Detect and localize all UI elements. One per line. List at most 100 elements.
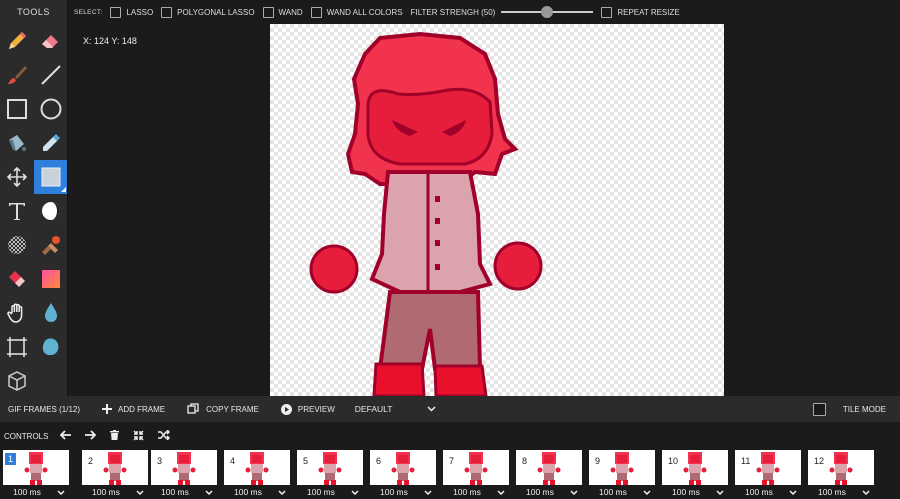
wand-option[interactable]: WAND [262,6,303,18]
lighten-tool[interactable] [34,194,67,228]
frame-thumbnail[interactable]: 5 [297,450,363,485]
gif-frames-title: GIF FRAMES (1/12) [8,404,81,414]
frame-duration: 100 ms [818,487,846,497]
frame-item[interactable]: 4 100 ms [224,450,290,499]
move-tool[interactable] [0,160,34,194]
frame-duration-dropdown[interactable]: 100 ms [735,485,801,499]
frame-item[interactable]: 2 100 ms [82,450,148,499]
brush-tool[interactable] [0,58,34,92]
filter-strength-label: FILTER STRENGH (50) [410,7,496,17]
collapse-button[interactable] [133,429,144,443]
tile-mode-option[interactable]: TILE MODE [812,402,886,416]
frame-duration: 100 ms [161,487,189,497]
blur-tool[interactable] [34,296,67,330]
frame-item[interactable]: 9 100 ms [589,450,655,499]
dither-tool[interactable] [0,228,34,262]
frame-item[interactable]: 3 100 ms [151,450,217,499]
fill-tool[interactable] [0,126,34,160]
frame-duration-dropdown[interactable]: 100 ms [589,485,655,499]
frame-item[interactable]: 5 100 ms [297,450,363,499]
wand-all-colors-checkbox[interactable] [310,6,322,18]
frame-thumbnail[interactable]: 3 [151,450,217,485]
line-tool[interactable] [34,58,67,92]
frame-item[interactable]: 1 100 ms [3,450,69,499]
polygonal-lasso-option[interactable]: POLYGONAL LASSO [161,6,255,18]
hand-tool[interactable] [0,296,34,330]
copy-frame-button[interactable]: COPY FRAME [187,403,259,415]
lasso-option[interactable]: LASSO [110,6,153,18]
selection-options-bar: SELECT: LASSO POLYGONAL LASSO WAND WAND … [68,0,900,24]
add-frame-label: ADD FRAME [118,404,166,414]
3d-tool[interactable] [0,364,34,396]
select-tool[interactable] [34,160,67,194]
add-frame-button[interactable]: ADD FRAME [102,404,165,414]
repeat-resize-option[interactable]: REPEAT RESIZE [601,6,680,18]
gradient-icon [39,267,63,291]
frame-duration-dropdown[interactable]: 100 ms [808,485,874,499]
replace-color-tool[interactable] [0,262,34,296]
eraser-icon [39,29,63,53]
frame-duration-dropdown[interactable]: 100 ms [224,485,290,499]
chevron-down-icon [497,489,505,495]
frame-duration-dropdown[interactable]: 100 ms [370,485,436,499]
frame-item[interactable]: 10 100 ms [662,450,728,499]
drawing-canvas[interactable] [270,24,724,396]
wand-checkbox[interactable] [262,6,274,18]
pencil-tool[interactable] [0,24,34,58]
lasso-checkbox[interactable] [110,6,122,18]
move-right-button[interactable] [85,430,97,442]
frame-duration: 100 ms [92,487,120,497]
frame-item[interactable]: 11 100 ms [735,450,801,499]
preview-button[interactable]: PREVIEW [280,403,335,415]
frame-thumbnail[interactable]: 2 [82,450,148,485]
frame-thumbnail[interactable]: 1 [3,450,69,485]
frame-item[interactable]: 7 100 ms [443,450,509,499]
frame-thumbnail[interactable]: 12 [808,450,874,485]
frame-duration-dropdown[interactable]: 100 ms [151,485,217,499]
brush-icon [5,63,29,87]
frame-number: 4 [230,456,236,466]
stamp-tool[interactable] [34,228,67,262]
frame-number: 5 [303,456,309,466]
frame-thumbnail[interactable]: 4 [224,450,290,485]
rectangle-tool[interactable] [0,92,34,126]
eraser-tool[interactable] [34,24,67,58]
frame-thumbnail[interactable]: 9 [589,450,655,485]
move-left-button[interactable] [60,430,72,442]
frame-duration: 100 ms [599,487,627,497]
frame-item[interactable]: 8 100 ms [516,450,582,499]
ellipse-tool[interactable] [34,92,67,126]
smudge-tool[interactable] [34,330,67,364]
frame-duration: 100 ms [307,487,335,497]
frame-thumbnail[interactable]: 8 [516,450,582,485]
delete-frame-button[interactable] [110,430,120,442]
frame-duration-dropdown[interactable]: 100 ms [662,485,728,499]
frame-duration-dropdown[interactable]: 100 ms [443,485,509,499]
frame-duration: 100 ms [453,487,481,497]
frame-duration-dropdown[interactable]: 100 ms [82,485,148,499]
frame-thumbnail[interactable]: 6 [370,450,436,485]
frame-thumbnail[interactable]: 7 [443,450,509,485]
chevron-down-icon [351,489,359,495]
frame-duration-dropdown[interactable]: 100 ms [3,485,69,499]
controls-label: CONTROLS [4,431,49,441]
frame-item[interactable]: 12 100 ms [808,450,874,499]
repeat-resize-checkbox[interactable] [601,6,613,18]
slider-knob[interactable] [541,6,554,18]
wand-all-colors-option[interactable]: WAND ALL COLORS [310,6,403,18]
text-tool[interactable] [0,194,34,228]
frame-duration-dropdown[interactable]: 100 ms [516,485,582,499]
tile-mode-checkbox[interactable] [812,402,826,416]
crop-tool[interactable] [0,330,34,364]
mode-dropdown[interactable]: DEFAULT [355,404,436,414]
eyedropper-tool[interactable] [34,126,67,160]
polygonal-lasso-checkbox[interactable] [161,6,173,18]
gradient-tool[interactable] [34,262,67,296]
frame-duration-dropdown[interactable]: 100 ms [297,485,363,499]
frame-item[interactable]: 6 100 ms [370,450,436,499]
shuffle-button[interactable] [158,429,171,442]
frame-thumbnail[interactable]: 11 [735,450,801,485]
filter-strength-slider[interactable] [501,5,594,19]
wand-all-colors-label: WAND ALL COLORS [326,7,403,17]
frame-thumbnail[interactable]: 10 [662,450,728,485]
